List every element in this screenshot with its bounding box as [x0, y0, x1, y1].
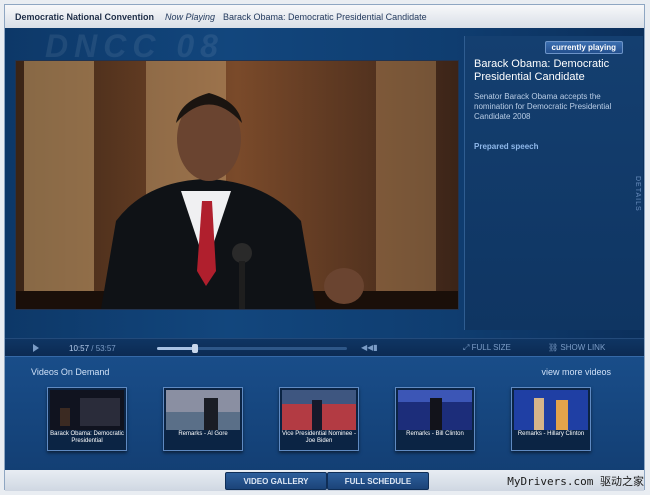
- top-bar: Democratic National Convention Now Playi…: [5, 5, 644, 29]
- show-link-button[interactable]: ⛓ SHOW LINK: [548, 343, 605, 352]
- full-size-label: FULL SIZE: [471, 343, 511, 352]
- video-title: Barack Obama: Democratic Presidential Ca…: [474, 58, 610, 83]
- thumbnail-image: [282, 390, 356, 430]
- vod-item[interactable]: Remarks - Al Gore: [163, 387, 243, 451]
- total-time: 53:57: [95, 343, 116, 353]
- view-more-link[interactable]: view more videos: [541, 367, 611, 377]
- play-icon[interactable]: [33, 344, 39, 352]
- media-player-window: Democratic National Convention Now Playi…: [4, 4, 645, 491]
- thumbnail-label: Vice Presidential Nominee - Joe Biden: [282, 431, 356, 444]
- time-separator: /: [89, 343, 96, 353]
- seek-progress: [157, 347, 195, 350]
- video-type: Prepared speech: [474, 142, 539, 151]
- now-playing-label: Now Playing: [165, 11, 216, 22]
- video-player[interactable]: [15, 60, 459, 310]
- seek-bar[interactable]: [157, 344, 347, 353]
- vod-title: Videos On Demand: [31, 367, 110, 377]
- thumbnail-image: [166, 390, 240, 430]
- video-stage: DNCC 08 currently playing Barack Obama: …: [5, 28, 644, 338]
- show-link-label: SHOW LINK: [560, 343, 606, 352]
- video-gallery-tab[interactable]: VIDEO GALLERY: [225, 472, 327, 490]
- video-frame-illustration: [16, 61, 458, 309]
- thumbnail-image: [50, 390, 124, 430]
- volume-icon[interactable]: ◀◀▮: [361, 343, 378, 352]
- vod-item[interactable]: Remarks - Hillary Clinton: [511, 387, 591, 451]
- full-schedule-tab[interactable]: FULL SCHEDULE: [327, 472, 429, 490]
- thumbnail-image: [514, 390, 588, 430]
- seek-handle[interactable]: [192, 344, 198, 353]
- vod-item[interactable]: Remarks - Bill Clinton: [395, 387, 475, 451]
- site-title: Democratic National Convention: [15, 11, 155, 22]
- thumbnail-image: [398, 390, 472, 430]
- time-readout: 10:57 / 53:57: [69, 344, 116, 353]
- thumbnail-label: Remarks - Bill Clinton: [406, 431, 464, 437]
- video-description: Senator Barack Obama accepts the nominat…: [474, 92, 612, 121]
- thumbnail-label: Remarks - Hillary Clinton: [517, 431, 585, 437]
- currently-playing-badge: currently playing: [544, 41, 623, 54]
- vod-item[interactable]: Barack Obama: Democratic Presidential: [47, 387, 127, 451]
- player-controls: 10:57 / 53:57 ◀◀▮ ⤢ FULL SIZE ⛓ SHOW LIN…: [5, 338, 644, 357]
- full-size-button[interactable]: ⤢ FULL SIZE: [463, 343, 511, 353]
- info-panel: currently playing Barack Obama: Democrat…: [464, 36, 643, 330]
- current-time: 10:57: [69, 343, 90, 353]
- details-tab[interactable]: DETAILS: [634, 176, 641, 212]
- thumbnail-label: Barack Obama: Democratic Presidential: [50, 431, 124, 444]
- vod-item[interactable]: Vice Presidential Nominee - Joe Biden: [279, 387, 359, 451]
- now-playing-title: Barack Obama: Democratic Presidential Ca…: [223, 11, 427, 22]
- thumbnail-label: Remarks - Al Gore: [178, 431, 228, 437]
- mydrivers-watermark: MyDrivers.com 驱动之家: [507, 475, 644, 488]
- videos-on-demand: Videos On Demand view more videos Barack…: [5, 356, 644, 471]
